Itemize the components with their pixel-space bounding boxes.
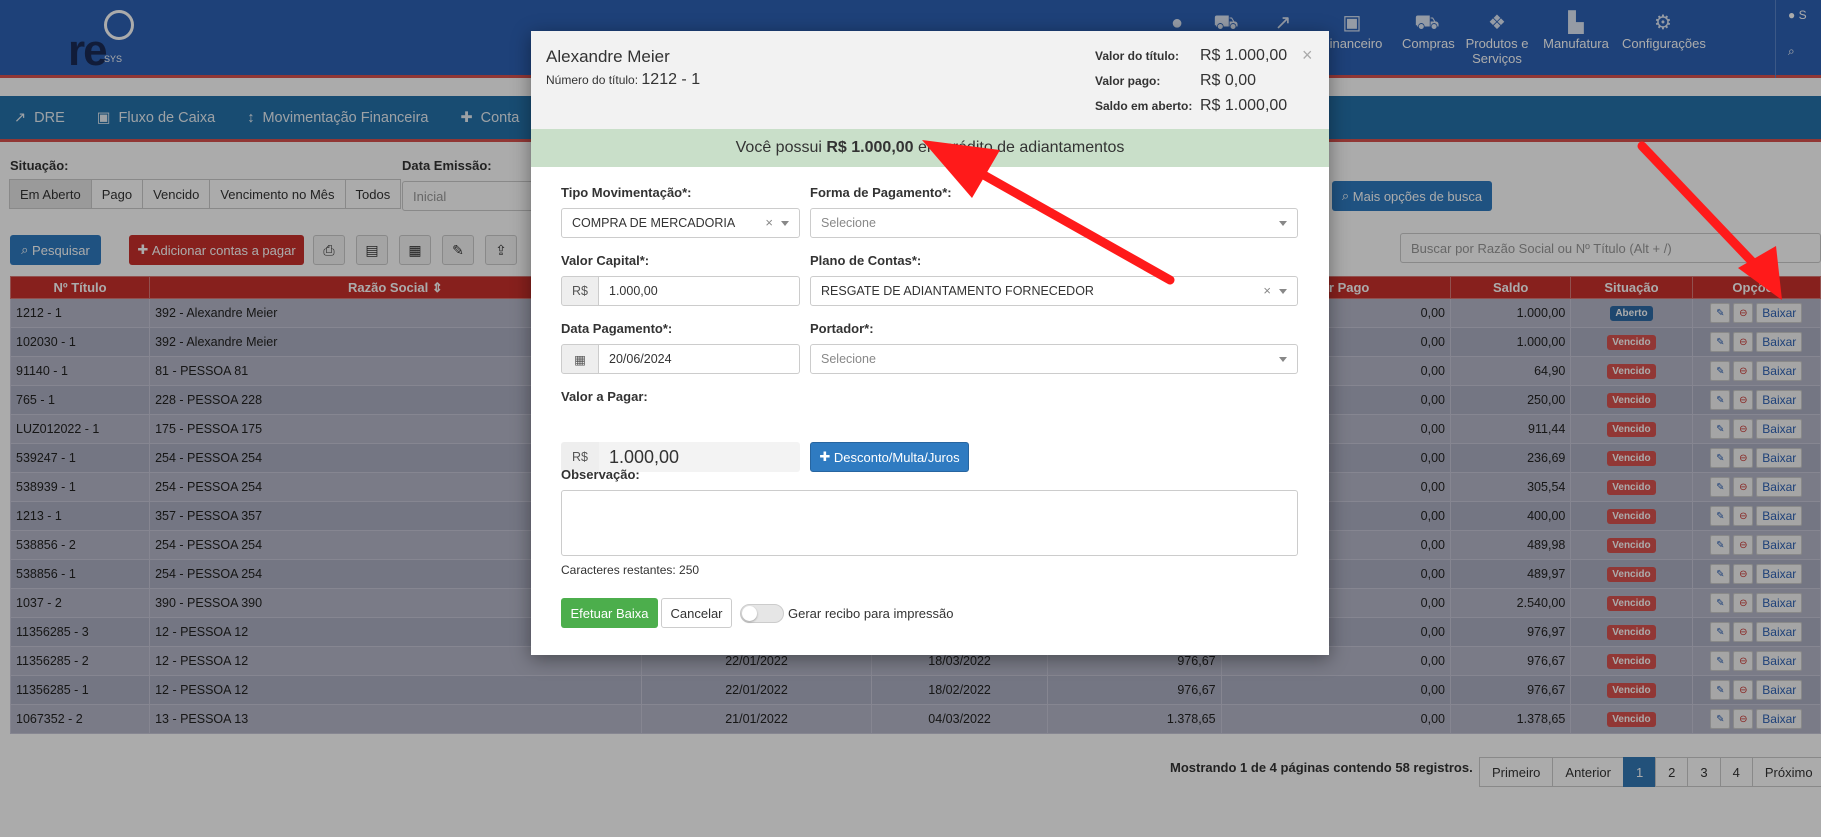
tipo-select[interactable]: COMPRA DE MERCADORIA ×: [561, 208, 800, 238]
plano-label: Plano de Contas*:: [810, 253, 922, 268]
plus-icon: ✚: [819, 449, 834, 464]
valor-titulo-label: Valor do título:: [1095, 49, 1179, 63]
data-label: Data Pagamento*:: [561, 321, 673, 336]
portador-placeholder: Selecione: [821, 352, 876, 366]
valor-pago: R$ 0,00: [1200, 72, 1257, 89]
modal-header: Alexandre Meier Número do título: 1212 -…: [531, 31, 1329, 129]
capital-input-group: R$ 1.000,00: [561, 276, 800, 306]
supplier-name: Alexandre Meier: [546, 47, 670, 66]
recibo-label: Gerar recibo para impressão: [788, 606, 954, 621]
plano-value: RESGATE DE ADIANTAMENTO FORNECEDOR: [821, 284, 1094, 298]
forma-label: Forma de Pagamento*:: [810, 185, 952, 200]
credit-value: R$ 1.000,00: [826, 139, 914, 156]
desconto-button[interactable]: ✚ Desconto/Multa/Juros: [810, 442, 969, 472]
plano-select[interactable]: RESGATE DE ADIANTAMENTO FORNECEDOR ×: [810, 276, 1298, 306]
title-number: Número do título: 1212 - 1: [546, 71, 701, 88]
forma-placeholder: Selecione: [821, 216, 876, 230]
capital-input[interactable]: 1.000,00: [599, 276, 800, 306]
desconto-label: Desconto/Multa/Juros: [833, 449, 960, 465]
obs-label: Observação:: [561, 467, 640, 482]
calendar-icon[interactable]: ▦: [561, 344, 599, 374]
baixa-modal: Alexandre Meier Número do título: 1212 -…: [531, 31, 1329, 655]
efetuar-baixa-button[interactable]: Efetuar Baixa: [561, 598, 658, 628]
title-values: Valor do título: R$ 1.000,00 Valor pago: R…: [1095, 47, 1295, 122]
saldo-aberto: R$ 1.000,00: [1200, 97, 1288, 114]
cancel-button[interactable]: Cancelar: [661, 598, 732, 628]
capital-label: Valor Capital*:: [561, 253, 650, 268]
caret-icon: [781, 221, 789, 226]
close-icon[interactable]: ×: [1302, 45, 1313, 66]
valor-pago-label: Valor pago:: [1095, 74, 1161, 88]
caret-icon: [1279, 221, 1287, 226]
currency-addon: R$: [561, 276, 599, 306]
forma-select[interactable]: Selecione: [810, 208, 1298, 238]
tipo-label: Tipo Movimentação*:: [561, 185, 692, 200]
data-input-group: ▦ 20/06/2024: [561, 344, 800, 374]
portador-label: Portador*:: [810, 321, 874, 336]
modal-body: Tipo Movimentação*: COMPRA DE MERCADORIA…: [531, 167, 1329, 655]
pagar-label: Valor a Pagar:: [561, 389, 648, 404]
obs-textarea[interactable]: [561, 490, 1298, 556]
saldo-label: Saldo em aberto:: [1095, 99, 1193, 113]
data-input[interactable]: 20/06/2024: [599, 344, 800, 374]
clear-icon[interactable]: ×: [765, 215, 773, 230]
valor-titulo: R$ 1.000,00: [1200, 47, 1288, 64]
portador-select[interactable]: Selecione: [810, 344, 1298, 374]
credit-alert: Você possui R$ 1.000,00 em crédito de ad…: [531, 129, 1329, 167]
chars-left: Caracteres restantes: 250: [561, 563, 700, 577]
recibo-toggle[interactable]: [740, 604, 784, 623]
clear-icon[interactable]: ×: [1263, 283, 1271, 298]
caret-icon: [1279, 289, 1287, 294]
caret-icon: [1279, 357, 1287, 362]
tipo-value: COMPRA DE MERCADORIA: [572, 216, 736, 230]
